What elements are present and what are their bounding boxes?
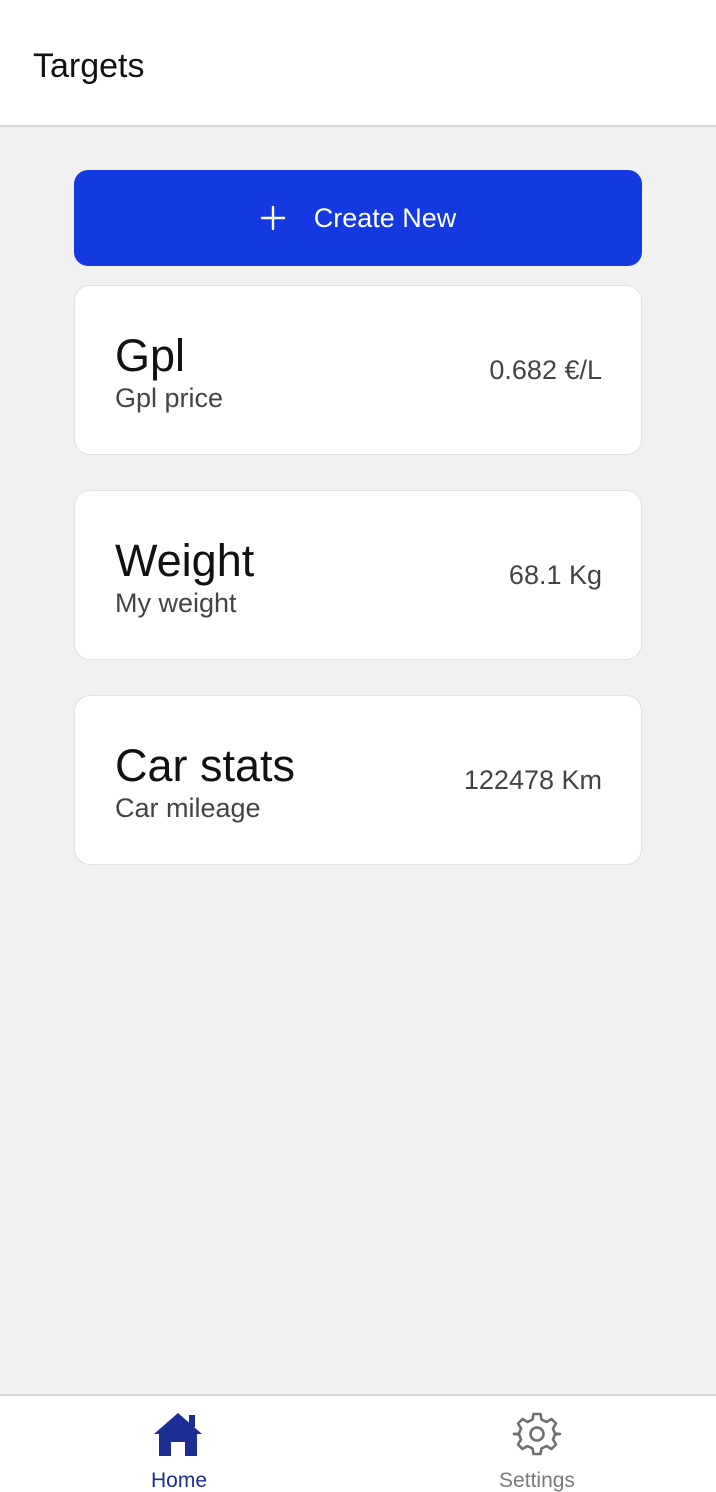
tab-home-label: Home xyxy=(150,1469,208,1492)
target-value: 122478 Km xyxy=(463,765,602,795)
target-title: Gpl xyxy=(115,330,186,381)
target-title: Car stats xyxy=(115,740,296,791)
page-title: Targets xyxy=(33,47,145,85)
tab-settings-label: Settings xyxy=(499,1469,575,1492)
top-app-bar: Targets xyxy=(0,0,716,127)
target-subtitle: My weight xyxy=(115,588,237,618)
gear-icon xyxy=(512,1412,562,1456)
bottom-tab-bar: Home Settings xyxy=(0,1394,716,1492)
target-value: 68.1 Kg xyxy=(508,560,602,590)
create-new-label: Create New xyxy=(313,203,457,233)
plus-icon xyxy=(260,205,285,231)
home-icon xyxy=(154,1413,202,1456)
tab-home[interactable]: Home xyxy=(0,1396,358,1492)
target-card-car-stats[interactable]: Car stats Car mileage 122478 Km xyxy=(74,695,642,865)
target-subtitle: Car mileage xyxy=(115,793,261,823)
target-value: 0.682 €/L xyxy=(489,355,602,385)
create-new-button[interactable]: Create New xyxy=(74,170,642,266)
target-card-gpl[interactable]: Gpl Gpl price 0.682 €/L xyxy=(74,285,642,455)
app-screen: Targets Create New Gpl Gpl price 0.682 €… xyxy=(0,0,716,1492)
target-title: Weight xyxy=(115,535,255,586)
tab-settings[interactable]: Settings xyxy=(358,1396,716,1492)
target-subtitle: Gpl price xyxy=(115,383,224,413)
target-card-weight[interactable]: Weight My weight 68.1 Kg xyxy=(74,490,642,660)
